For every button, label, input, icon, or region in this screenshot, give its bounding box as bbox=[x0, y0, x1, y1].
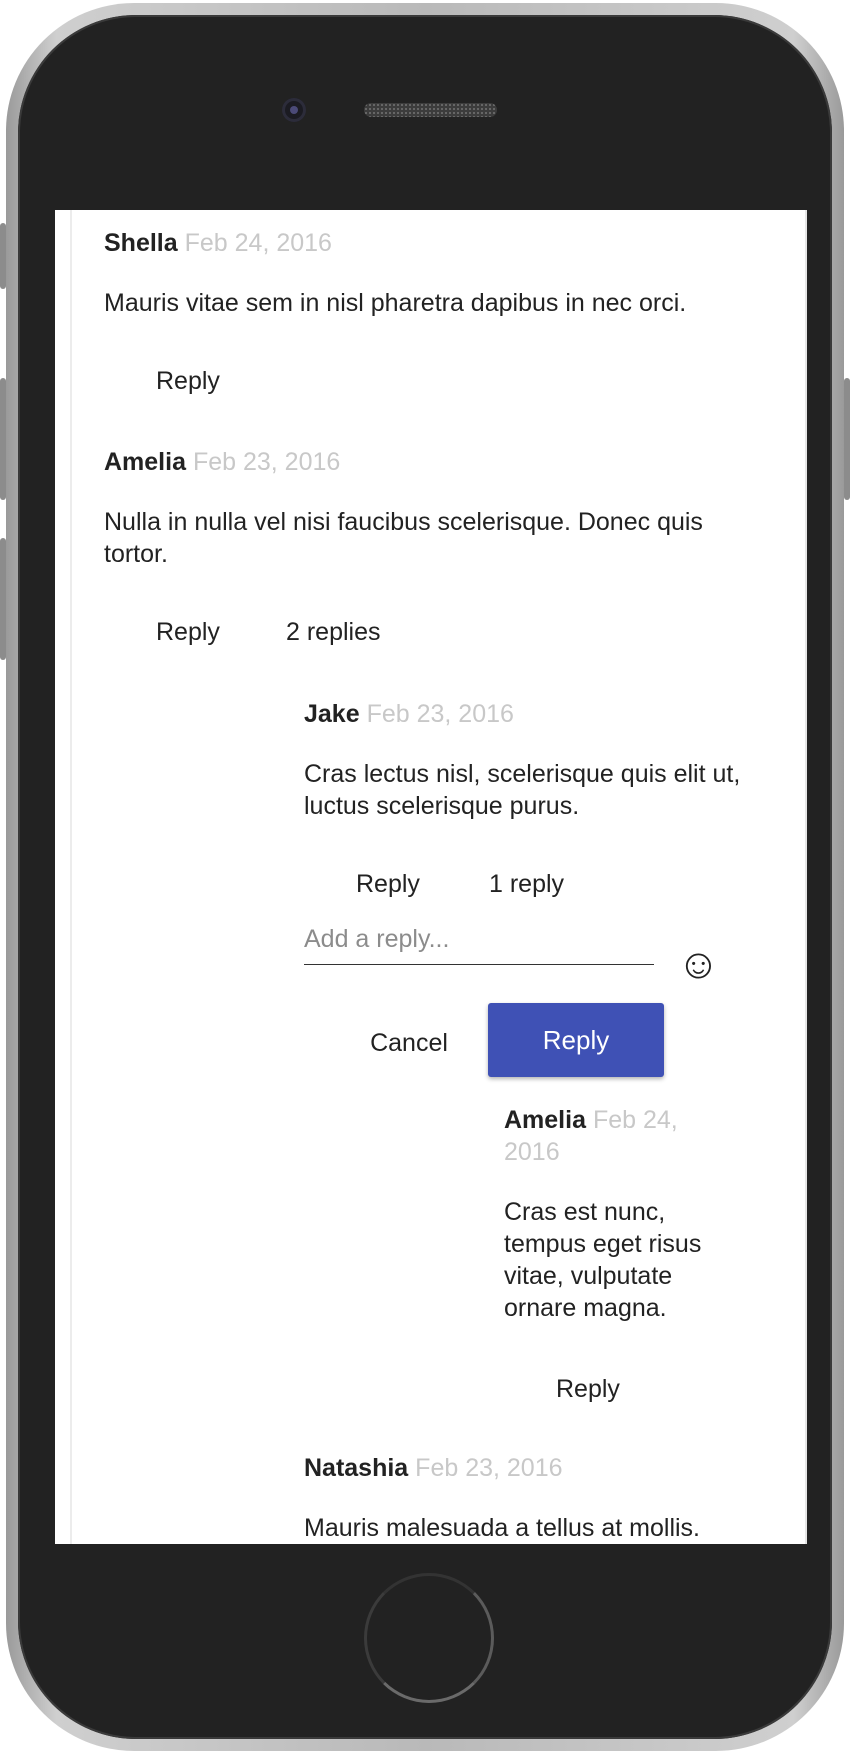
comment-text: Cras est nunc, tempus eget risus vitae, … bbox=[504, 1198, 702, 1322]
replies-toggle[interactable]: 1 reply bbox=[489, 868, 564, 900]
reply-link[interactable]: Reply bbox=[156, 616, 220, 648]
comment-amelia-nested: Amelia Feb 24, 2016 Cras est nunc, tempu… bbox=[504, 1104, 734, 1324]
screen-edge-line bbox=[70, 210, 72, 1544]
comment-text: Nulla in nulla vel nisi faucibus sceleri… bbox=[104, 508, 703, 568]
comment-natashia: Natashia Feb 23, 2016 Mauris malesuada a… bbox=[304, 1452, 784, 1544]
camera-icon bbox=[282, 98, 306, 122]
reply-link[interactable]: Reply bbox=[356, 868, 420, 900]
comment-date: Feb 23, 2016 bbox=[192, 448, 341, 476]
comment-header: Amelia Feb 24, 2016 bbox=[504, 1104, 734, 1168]
replies-toggle[interactable]: 2 replies bbox=[286, 616, 381, 648]
comment-header: Amelia Feb 23, 2016 bbox=[104, 446, 744, 478]
comment-header: Shella Feb 24, 2016 bbox=[104, 227, 764, 259]
comment-header: Natashia Feb 23, 2016 bbox=[304, 1452, 784, 1484]
comment-author: Shella bbox=[104, 229, 178, 257]
comment-author: Jake bbox=[304, 700, 360, 728]
reply-link[interactable]: Reply bbox=[556, 1373, 620, 1405]
cancel-button[interactable]: Cancel bbox=[349, 1023, 469, 1063]
mute-switch bbox=[0, 223, 6, 289]
comment-date: Feb 24, 2016 bbox=[184, 229, 332, 257]
comment-date: Feb 23, 2016 bbox=[415, 1454, 563, 1482]
volume-up-button bbox=[0, 378, 6, 500]
comment-amelia: Amelia Feb 23, 2016 Nulla in nulla vel n… bbox=[104, 446, 744, 570]
emoji-icon[interactable]: ☺ bbox=[677, 943, 720, 985]
comment-header: Jake Feb 23, 2016 bbox=[304, 698, 764, 730]
comment-text: Mauris malesuada a tellus at mollis. bbox=[304, 1514, 700, 1542]
reply-form bbox=[304, 925, 654, 965]
submit-reply-button[interactable]: Reply bbox=[488, 1003, 664, 1077]
comment-author: Natashia bbox=[304, 1454, 409, 1482]
comment-text: Mauris vitae sem in nisl pharetra dapibu… bbox=[104, 289, 687, 317]
speaker-grille bbox=[364, 103, 497, 117]
reply-link[interactable]: Reply bbox=[156, 365, 220, 397]
comment-date: Feb 23, 2016 bbox=[366, 700, 514, 728]
comment-author: Amelia bbox=[504, 1106, 586, 1134]
comment-author: Amelia bbox=[104, 448, 186, 476]
comment-jake: Jake Feb 23, 2016 Cras lectus nisl, scel… bbox=[304, 698, 764, 822]
volume-down-button bbox=[0, 538, 6, 660]
power-button bbox=[844, 378, 850, 500]
comment-text: Cras lectus nisl, scelerisque quis elit … bbox=[304, 760, 741, 820]
screen: Shella Feb 24, 2016 Mauris vitae sem in … bbox=[55, 210, 807, 1544]
reply-input[interactable] bbox=[304, 925, 654, 965]
comment-shella: Shella Feb 24, 2016 Mauris vitae sem in … bbox=[104, 227, 764, 319]
home-button[interactable] bbox=[364, 1573, 494, 1703]
